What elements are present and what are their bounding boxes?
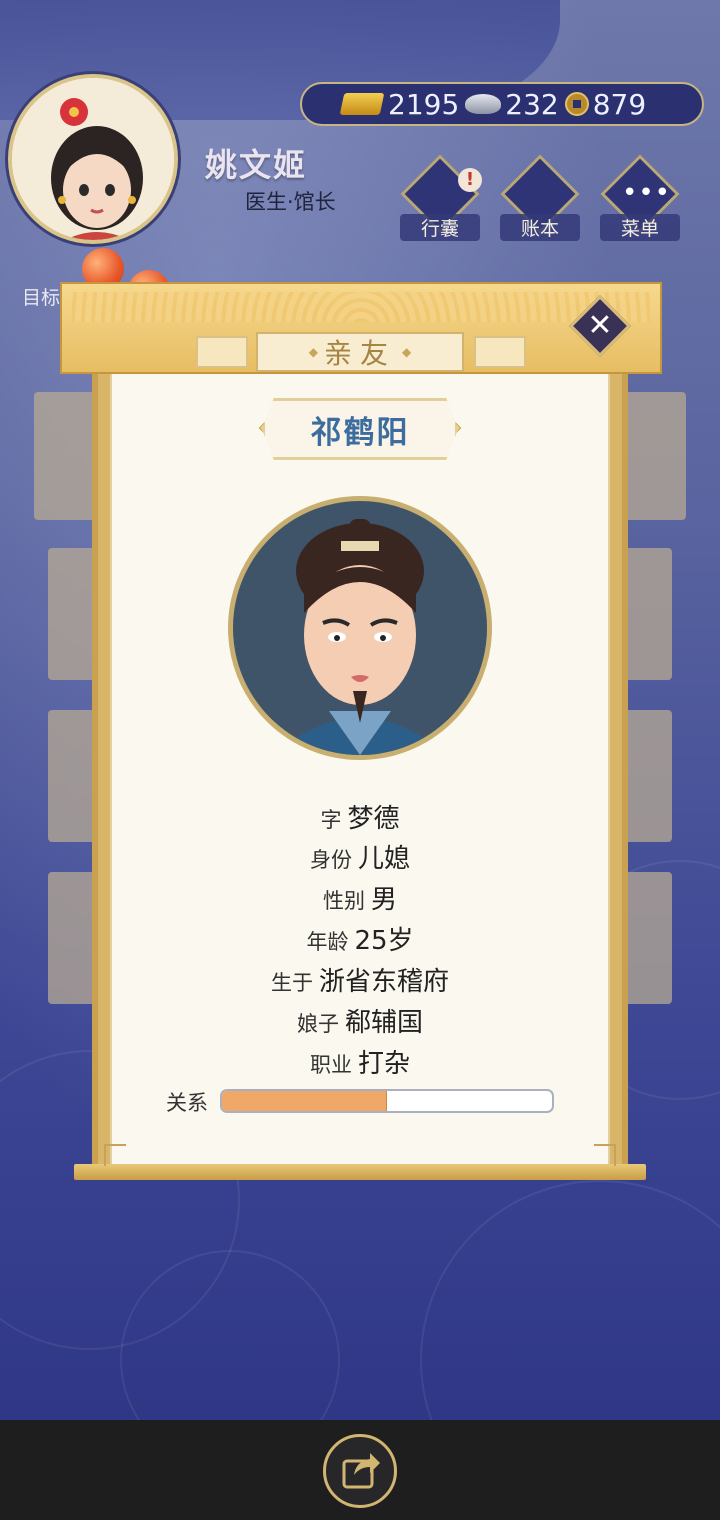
info-value: 男 <box>370 885 397 915</box>
player-title: 医生·馆长 <box>245 190 336 214</box>
player-portrait <box>12 78 174 240</box>
currency-bar: 2195 232 879 <box>300 82 704 126</box>
relation-label: 关系 <box>166 1091 208 1115</box>
info-row-age: 年龄 25岁 <box>110 920 610 957</box>
npc-name-text: 祁鹤阳 <box>310 414 410 451</box>
info-row-gender: 性别男 <box>110 879 610 916</box>
close-icon[interactable]: ✕ <box>578 304 622 348</box>
info-value: 梦德 <box>347 804 400 834</box>
bag-button[interactable]: ! 行囊 <box>400 154 482 241</box>
info-key: 生于 <box>270 971 313 995</box>
share-button[interactable] <box>323 1434 397 1508</box>
share-icon <box>342 1453 380 1489</box>
info-value: 25岁 <box>354 926 414 956</box>
copper-value: 879 <box>592 87 647 121</box>
info-row-courtesy-name: 字梦德 <box>110 798 610 835</box>
ledger-label: 账本 <box>500 214 580 241</box>
dialog-title-text: 亲友 <box>323 337 396 370</box>
npc-name: 祁鹤阳 <box>262 398 458 460</box>
info-value: 浙省东稽府 <box>318 967 449 997</box>
gold-counter: 2195 <box>339 87 460 121</box>
info-key: 性别 <box>322 889 365 913</box>
silver-ingot-icon <box>465 94 502 114</box>
ledger-button[interactable]: 账本 <box>500 154 580 241</box>
info-key: 娘子 <box>296 1012 339 1036</box>
dialog-title: ◆ 亲友 ◆ <box>256 332 464 372</box>
goal-button[interactable]: 目标 <box>22 283 60 310</box>
copper-coin-icon <box>564 92 589 116</box>
info-key: 职业 <box>309 1053 352 1077</box>
gold-ingot-icon <box>339 93 385 115</box>
info-key: 身份 <box>309 848 352 872</box>
corner-ornament <box>104 1144 126 1166</box>
bag-label: 行囊 <box>400 214 480 241</box>
gold-value: 2195 <box>388 87 460 121</box>
scroll-bottom-rod <box>74 1164 646 1180</box>
info-value: 郗辅国 <box>344 1008 423 1038</box>
silver-value: 232 <box>505 87 559 121</box>
info-key: 年龄 <box>306 930 349 954</box>
info-row-birthplace: 生于 浙省东稽府 <box>110 961 610 998</box>
dots-glyph: ••• <box>622 178 672 208</box>
relation-bar <box>220 1089 554 1113</box>
header-ornament <box>196 336 248 368</box>
player-avatar[interactable] <box>8 74 178 244</box>
info-value: 打杂 <box>357 1049 410 1079</box>
menu-label: 菜单 <box>600 214 680 241</box>
info-key: 字 <box>320 808 342 832</box>
info-row-spouse: 娘子 郗辅国 <box>110 1002 610 1039</box>
corner-ornament <box>594 1144 616 1166</box>
npc-portrait-art <box>233 501 487 755</box>
info-row-relation: 身份 儿媳 <box>110 838 610 875</box>
info-value: 儿媳 <box>357 844 410 874</box>
silver-counter: 232 <box>465 87 559 121</box>
player-name-block: 姚文姬 <box>205 140 307 186</box>
header-ornament <box>474 336 526 368</box>
npc-portrait <box>228 496 492 760</box>
menu-button[interactable]: ••• 菜单 <box>600 154 680 241</box>
alert-badge-icon: ! <box>458 168 482 192</box>
relation-bar-fill <box>222 1091 387 1111</box>
info-row-occupation: 职业 打杂 <box>110 1043 610 1080</box>
copper-counter: 879 <box>564 87 647 121</box>
player-name: 姚文姬 <box>205 146 308 184</box>
